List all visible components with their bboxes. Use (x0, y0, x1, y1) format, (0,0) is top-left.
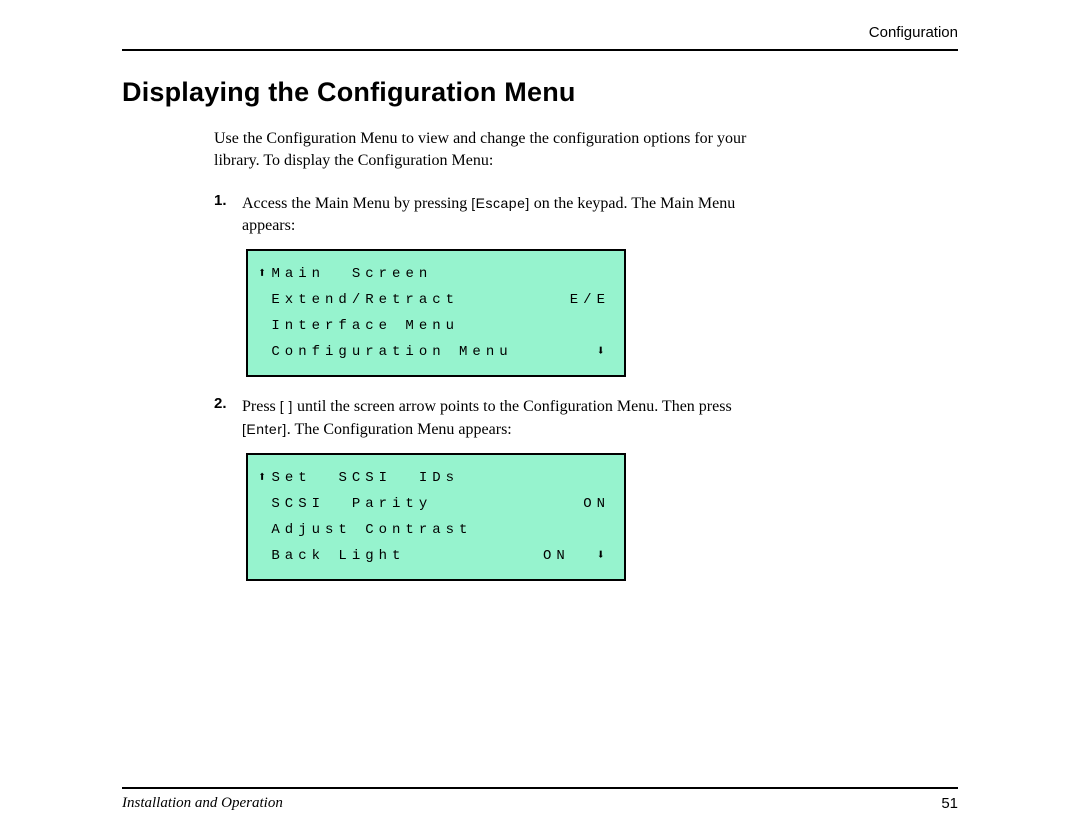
down-arrow-icon: ⬇ (597, 548, 610, 564)
lcd-text: ON ⬇ (543, 543, 616, 569)
enter-key-label: [Enter] (242, 421, 287, 437)
step-number: 2. (214, 395, 227, 412)
step-2: 2. Press [ ] until the screen arrow poin… (214, 395, 774, 581)
lcd-text: Back Light (258, 543, 405, 569)
down-arrow-icon: ⬇ (597, 344, 610, 360)
lcd-text: Interface Menu (258, 313, 459, 339)
step-1-text: Access the Main Menu by pressing [Escape… (242, 192, 774, 237)
lcd-text: ⬆Set SCSI IDs (258, 465, 459, 491)
lcd-text: ON (583, 491, 616, 517)
text: . The Configuration Menu appears: (287, 421, 512, 438)
page: Configuration Displaying the Configurati… (0, 0, 1080, 834)
lcd-text: ⬇ (597, 339, 616, 365)
lcd-row: SCSI Parity ON (258, 491, 616, 517)
text: Press (242, 398, 280, 415)
text: Access the Main Menu by pressing (242, 195, 471, 212)
lcd-text: Configuration Menu (258, 339, 513, 365)
lcd-text (610, 517, 616, 543)
down-key-label: [ ] (280, 398, 293, 414)
steps-list: 1. Access the Main Menu by pressing [Esc… (214, 192, 774, 581)
footer-rule (122, 787, 958, 789)
lcd-text: E/E (570, 287, 616, 313)
up-arrow-icon: ⬆ (258, 266, 271, 282)
lcd-row: Configuration Menu ⬇ (258, 339, 616, 365)
escape-key-label: [Escape] (471, 195, 529, 211)
step-number: 1. (214, 192, 227, 209)
lcd-text (610, 261, 616, 287)
lcd-row: Adjust Contrast (258, 517, 616, 543)
lcd-text (610, 313, 616, 339)
page-footer: Installation and Operation 51 (122, 787, 958, 812)
text: until the screen arrow points to the Con… (293, 398, 732, 415)
lcd-text (610, 465, 616, 491)
lcd-row: ⬆Set SCSI IDs (258, 465, 616, 491)
page-title: Displaying the Configuration Menu (122, 77, 958, 108)
footer-doc-title: Installation and Operation (122, 795, 283, 812)
lcd-row: Back Light ON ⬇ (258, 543, 616, 569)
step-2-text: Press [ ] until the screen arrow points … (242, 395, 774, 441)
page-number: 51 (941, 795, 958, 812)
lcd-text: ⬆Main Screen (258, 261, 432, 287)
intro-paragraph: Use the Configuration Menu to view and c… (214, 128, 754, 172)
lcd-text: Adjust Contrast (258, 517, 472, 543)
main-menu-lcd: ⬆Main Screen Extend/Retract E/E Interfac… (246, 249, 626, 377)
lcd-text: SCSI Parity (258, 491, 432, 517)
lcd-row: Extend/Retract E/E (258, 287, 616, 313)
lcd-text: Extend/Retract (258, 287, 459, 313)
header-rule (122, 49, 958, 51)
running-header: Configuration (122, 18, 958, 45)
lcd-row: ⬆Main Screen (258, 261, 616, 287)
config-menu-lcd: ⬆Set SCSI IDs SCSI Parity ON Adjust Cont… (246, 453, 626, 581)
step-1: 1. Access the Main Menu by pressing [Esc… (214, 192, 774, 377)
up-arrow-icon: ⬆ (258, 470, 271, 486)
lcd-row: Interface Menu (258, 313, 616, 339)
